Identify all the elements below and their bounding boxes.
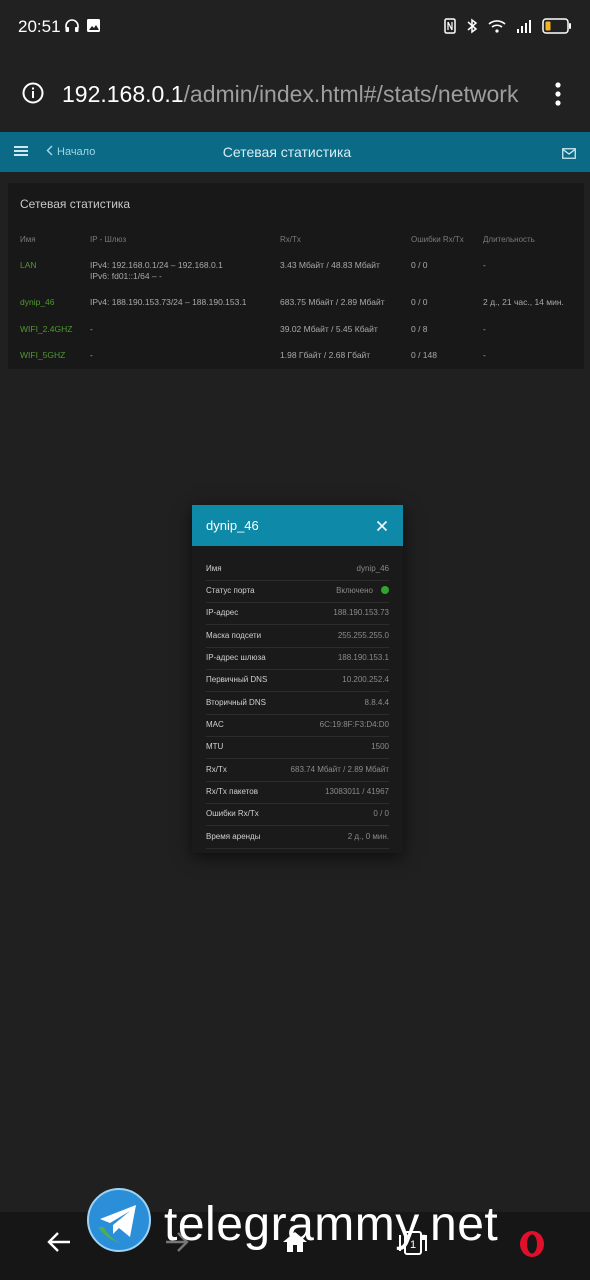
detail-label: IP-адрес: [206, 608, 239, 617]
rxtx-value: 39.02 Мбайт / 5.45 Кбайт: [280, 324, 378, 334]
browser-address-bar: 192.168.0.1/admin/index.html#/stats/netw…: [0, 56, 590, 132]
detail-label: MTU: [206, 742, 224, 751]
watermark-text: telegrammy.net: [164, 1198, 499, 1251]
detail-row-dns2: Вторичный DNS 8.8.4.4: [206, 692, 389, 715]
detail-label: Rx/Tx пакетов: [206, 787, 258, 796]
detail-value: Включено: [336, 586, 389, 595]
rxtx-value: 3.43 Мбайт / 48.83 Мбайт: [280, 260, 380, 270]
column-header-rxtx: Rx/Tx: [280, 235, 301, 244]
detail-value: 188.190.153.1: [337, 653, 389, 662]
detail-row-mtu: MTU 1500: [206, 736, 389, 759]
info-icon[interactable]: [22, 82, 44, 104]
interface-details-dialog: dynip_46 Имя dynip_46 Статус порта Включен…: [192, 505, 403, 853]
detail-row-dns1: Первичный DNS 10.200.252.4: [206, 669, 389, 692]
network-stats-panel: Сетевая статистика Имя IP - Шлюз Rx/Tx О…: [8, 183, 584, 369]
watermark: telegrammy.net: [86, 1187, 498, 1258]
detail-row-lease: Время аренды 2 д., 0 мин.: [206, 826, 389, 849]
detail-value: 683.74 Мбайт / 2.89 Мбайт: [290, 765, 389, 774]
detail-label: MAC: [206, 720, 224, 729]
detail-value: 8.8.4.4: [364, 698, 389, 707]
column-header-errors: Ошибки Rx/Tx: [411, 235, 464, 244]
signal-icon: [516, 19, 532, 38]
interface-name-link[interactable]: LAN: [20, 260, 37, 270]
status-bar: 20:51: [0, 0, 590, 56]
detail-row-mask: Маска подсети 255.255.255.0: [206, 625, 389, 648]
status-indicator-icon: [381, 586, 389, 594]
detail-value: 2 д., 0 мин.: [347, 832, 389, 841]
duration-value: -: [483, 350, 486, 360]
mail-icon[interactable]: [562, 146, 576, 164]
panel-title: Сетевая статистика: [20, 197, 131, 211]
interface-name-link[interactable]: WIFI_2.4GHZ: [20, 324, 72, 334]
url-path: /admin/index.html#/stats/network: [183, 81, 519, 107]
url-host: 192.168.0.1: [62, 81, 184, 107]
detail-value: 188.190.153.73: [333, 608, 389, 617]
wifi-icon: [488, 19, 506, 38]
detail-label: Маска подсети: [206, 631, 262, 640]
detail-value: 10.200.252.4: [342, 675, 389, 684]
column-header-name: Имя: [20, 235, 36, 244]
app-header: Начало Сетевая статистика: [0, 132, 590, 172]
errors-value: 0 / 148: [411, 350, 437, 360]
detail-label: Имя: [206, 564, 222, 573]
status-time: 20:51: [18, 17, 61, 36]
detail-value: dynip_46: [356, 564, 389, 573]
ip-gateway: -: [90, 324, 93, 334]
bluetooth-icon: [466, 18, 478, 39]
port-status-text: Включено: [336, 586, 373, 595]
detail-label: Ошибки Rx/Tx: [206, 809, 259, 818]
interface-name-link[interactable]: WIFI_5GHZ: [20, 350, 65, 360]
ip-gateway-v6: IPv6: fd01::1/64 – -: [90, 271, 162, 281]
detail-value: 1500: [371, 742, 389, 751]
interface-name-link[interactable]: dynip_46: [20, 297, 55, 307]
detail-row-ip: IP-адрес 188.190.153.73: [206, 602, 389, 625]
rxtx-value: 683.75 Мбайт / 2.89 Мбайт: [280, 297, 385, 307]
more-menu-icon[interactable]: [548, 80, 568, 108]
detail-value: 255.255.255.0: [337, 631, 389, 640]
detail-value: 0 / 0: [373, 809, 389, 818]
rxtx-value: 1.98 Гбайт / 2.68 Гбайт: [280, 350, 371, 360]
detail-row-gateway: IP-адрес шлюза 188.190.153.1: [206, 647, 389, 670]
back-arrow-icon[interactable]: [46, 1230, 72, 1259]
detail-row-port-status: Статус порта Включено: [206, 580, 389, 603]
telegram-logo-icon: [86, 1187, 152, 1258]
detail-label: Первичный DNS: [206, 675, 268, 684]
detail-row-mac: MAC 6C:19:8F:F3:D4:D0: [206, 714, 389, 737]
headphones-icon: [64, 18, 80, 39]
detail-label: Статус порта: [206, 586, 255, 595]
opera-menu-icon[interactable]: [518, 1230, 546, 1263]
detail-row-packets: Rx/Tx пакетов 13083011 / 41967: [206, 781, 389, 804]
errors-value: 0 / 0: [411, 297, 428, 307]
dialog-title: dynip_46: [206, 518, 259, 533]
ip-gateway: -: [90, 350, 93, 360]
detail-row-name: Имя dynip_46: [206, 558, 389, 581]
dialog-header: dynip_46: [192, 505, 403, 546]
detail-value: 13083011 / 41967: [325, 787, 389, 796]
ip-gateway: IPv4: 188.190.153.73/24 – 188.190.153.1: [90, 297, 247, 307]
detail-label: Rx/Tx: [206, 765, 227, 774]
close-icon[interactable]: [376, 519, 388, 537]
column-header-duration: Длительность: [483, 235, 535, 244]
detail-label: Вторичный DNS: [206, 698, 266, 707]
detail-label: Время аренды: [206, 832, 261, 841]
duration-value: -: [483, 260, 486, 270]
url-field[interactable]: 192.168.0.1/admin/index.html#/stats/netw…: [62, 81, 518, 108]
errors-value: 0 / 8: [411, 324, 428, 334]
ip-gateway: IPv4: 192.168.0.1/24 – 192.168.0.1: [90, 260, 223, 270]
detail-value: 6C:19:8F:F3:D4:D0: [319, 720, 389, 729]
duration-value: 2 д., 21 час., 14 мин.: [483, 297, 564, 307]
detail-row-errors: Ошибки Rx/Tx 0 / 0: [206, 803, 389, 826]
duration-value: -: [483, 324, 486, 334]
page-title: Сетевая статистика: [222, 144, 352, 160]
errors-value: 0 / 0: [411, 260, 428, 270]
image-icon: [86, 18, 101, 39]
battery-icon: [542, 18, 572, 39]
nfc-icon: [444, 18, 456, 39]
detail-label: IP-адрес шлюза: [206, 653, 266, 662]
column-header-ip: IP - Шлюз: [90, 235, 127, 244]
detail-row-rxtx: Rx/Tx 683.74 Мбайт / 2.89 Мбайт: [206, 759, 389, 782]
